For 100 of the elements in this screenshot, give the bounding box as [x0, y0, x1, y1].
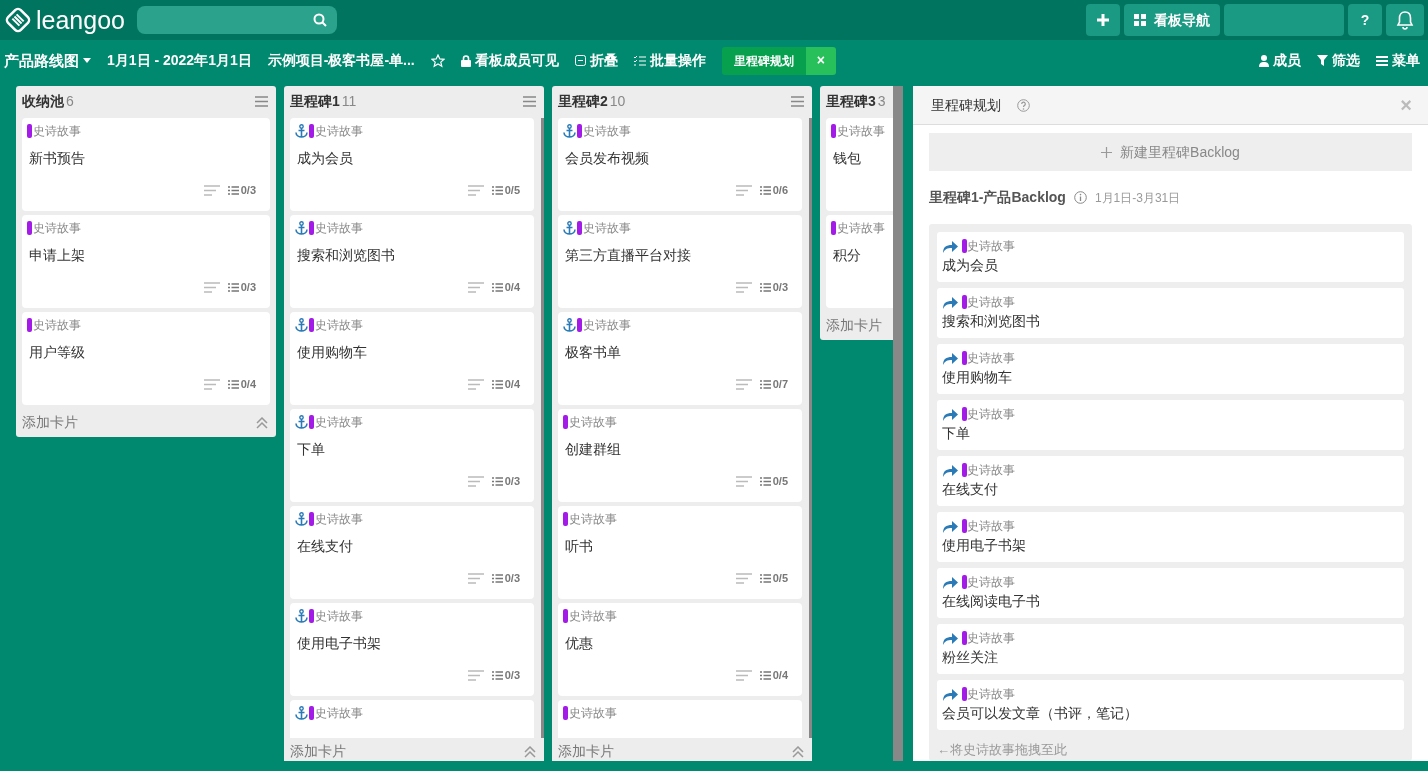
filter-icon — [1317, 55, 1328, 67]
star-icon[interactable] — [430, 53, 445, 68]
collapse-up-icon[interactable] — [792, 745, 804, 758]
story-card[interactable]: 史诗故事 在线支付 0/3 — [290, 505, 534, 599]
checklist-icon — [633, 55, 646, 66]
tag-label: 史诗故事 — [315, 316, 363, 334]
story-card[interactable]: 史诗故事 第三方直播平台对接 0/3 — [558, 214, 802, 308]
share-arrow-icon — [942, 351, 958, 365]
story-card[interactable]: 史诗故事 钱包 — [826, 117, 893, 211]
tag-marker — [831, 123, 836, 138]
date-range[interactable]: 1月1日 - 2022年1月1日 — [107, 50, 252, 72]
story-card[interactable]: 史诗故事 下单 0/3 — [290, 408, 534, 502]
batch-link[interactable]: 批量操作 — [633, 50, 706, 72]
add-button[interactable] — [1086, 4, 1120, 36]
backlog-item[interactable]: 史诗故事 搜索和浏览图书 — [937, 288, 1404, 339]
lock-icon — [460, 54, 471, 67]
share-arrow-icon — [942, 295, 958, 309]
item-title: 成为会员 — [942, 256, 999, 276]
story-card[interactable]: 史诗故事 搜索和浏览图书 0/4 — [290, 214, 534, 308]
card-title: 使用电子书架 — [297, 633, 382, 653]
tag-label: 史诗故事 — [837, 219, 885, 237]
scrollbar[interactable] — [541, 117, 544, 738]
info-icon[interactable] — [1073, 191, 1087, 205]
tag-marker — [309, 511, 314, 526]
story-card[interactable]: 史诗故事 会员发布视频 0/6 — [558, 117, 802, 211]
collapse-link[interactable]: 折叠 — [574, 50, 618, 72]
description-icon — [203, 378, 220, 390]
menu-icon[interactable] — [523, 96, 536, 108]
story-card[interactable]: 史诗故事 使用电子书架 0/3 — [290, 602, 534, 696]
visibility-link[interactable]: 看板成员可见 — [460, 50, 559, 72]
card-title: 用户等级 — [29, 342, 86, 362]
backlog-item[interactable]: 史诗故事 使用购物车 — [937, 344, 1404, 395]
project-name[interactable]: 示例项目-极客书屋-单... — [267, 50, 415, 72]
anchor-icon — [295, 608, 308, 623]
checklist-icon — [491, 670, 503, 680]
collapse-up-icon[interactable] — [524, 745, 536, 758]
collapse-up-icon[interactable] — [256, 416, 268, 429]
scrollbar[interactable] — [893, 85, 903, 761]
story-card[interactable]: 史诗故事 积分 — [826, 214, 893, 308]
tag-marker — [309, 705, 314, 720]
backlog-item[interactable]: 史诗故事 在线支付 — [937, 456, 1404, 507]
tag-marker — [27, 220, 32, 235]
card-count: 3 — [877, 93, 886, 110]
board-nav-button[interactable]: 看板导航 — [1124, 4, 1220, 36]
story-card[interactable]: 史诗故事 极客书单 0/7 — [558, 311, 802, 405]
backlog-item[interactable]: 史诗故事 在线阅读电子书 — [937, 568, 1404, 619]
anchor-icon — [563, 220, 576, 235]
story-card[interactable]: 史诗故事 申请上架 0/3 — [22, 214, 270, 308]
story-card[interactable]: 史诗故事 成为会员 0/5 — [290, 117, 534, 211]
tag-label: 史诗故事 — [967, 294, 1015, 312]
story-card[interactable]: 史诗故事 — [290, 699, 534, 738]
checklist-icon — [759, 379, 771, 389]
story-card[interactable]: 史诗故事 使用购物车 0/4 — [290, 311, 534, 405]
anchor-icon — [563, 317, 576, 332]
card-title: 积分 — [833, 245, 862, 265]
story-card[interactable]: 史诗故事 听书 0/5 — [558, 505, 802, 599]
tag-label: 史诗故事 — [967, 238, 1015, 256]
tag-marker — [962, 631, 967, 646]
add-card-link[interactable]: 添加卡片 — [290, 741, 346, 761]
item-title: 使用购物车 — [942, 368, 1013, 388]
checklist-count: 0/4 — [227, 376, 256, 393]
description-icon — [467, 572, 484, 584]
list-title: 里程碑3 — [826, 93, 876, 110]
card-title: 在线支付 — [297, 536, 354, 556]
members-link[interactable]: 成员 — [1259, 50, 1301, 72]
card-title: 新书预告 — [29, 148, 86, 168]
scrollbar[interactable] — [809, 117, 812, 738]
tag-label: 史诗故事 — [967, 686, 1015, 704]
backlog-item[interactable]: 史诗故事 下单 — [937, 400, 1404, 451]
story-card[interactable]: 史诗故事 — [558, 699, 802, 738]
board-title[interactable]: 产品路线图 — [4, 49, 79, 73]
checklist-count: 0/5 — [759, 570, 788, 587]
filter-link[interactable]: 筛选 — [1317, 50, 1360, 72]
notification-button[interactable] — [1386, 4, 1424, 36]
backlog-item[interactable]: 史诗故事 成为会员 — [937, 232, 1404, 283]
add-card-link[interactable]: 添加卡片 — [22, 412, 78, 434]
add-card-link[interactable]: 添加卡片 — [558, 741, 614, 761]
story-card[interactable]: 史诗故事 创建群组 0/5 — [558, 408, 802, 502]
tag-label: 史诗故事 — [583, 219, 631, 237]
story-card[interactable]: 史诗故事 优惠 0/4 — [558, 602, 802, 696]
description-icon — [467, 475, 484, 487]
story-card[interactable]: 史诗故事 用户等级 0/4 — [22, 311, 270, 405]
checklist-icon — [759, 670, 771, 680]
backlog-item[interactable]: 史诗故事 使用电子书架 — [937, 512, 1404, 563]
search-field[interactable] — [137, 6, 337, 34]
menu-link[interactable]: 菜单 — [1376, 50, 1420, 72]
checklist-count: 0/3 — [759, 279, 788, 296]
menu-icon[interactable] — [255, 96, 268, 108]
checklist-count: 0/5 — [759, 473, 788, 490]
list-title: 里程碑1 — [290, 93, 340, 110]
tag-label: 史诗故事 — [315, 413, 363, 431]
story-card[interactable]: 史诗故事 新书预告 0/3 — [22, 117, 270, 211]
card-title: 创建群组 — [565, 439, 622, 459]
menu-icon[interactable] — [791, 96, 804, 108]
tag-label: 史诗故事 — [967, 574, 1015, 592]
add-card-link[interactable]: 添加卡片 — [826, 315, 882, 337]
logo-icon — [4, 6, 32, 34]
backlog-item[interactable]: 史诗故事 会员可以发文章（书评，笔记） — [937, 680, 1404, 731]
help-button[interactable]: ? — [1348, 4, 1382, 36]
backlog-item[interactable]: 史诗故事 粉丝关注 — [937, 624, 1404, 675]
